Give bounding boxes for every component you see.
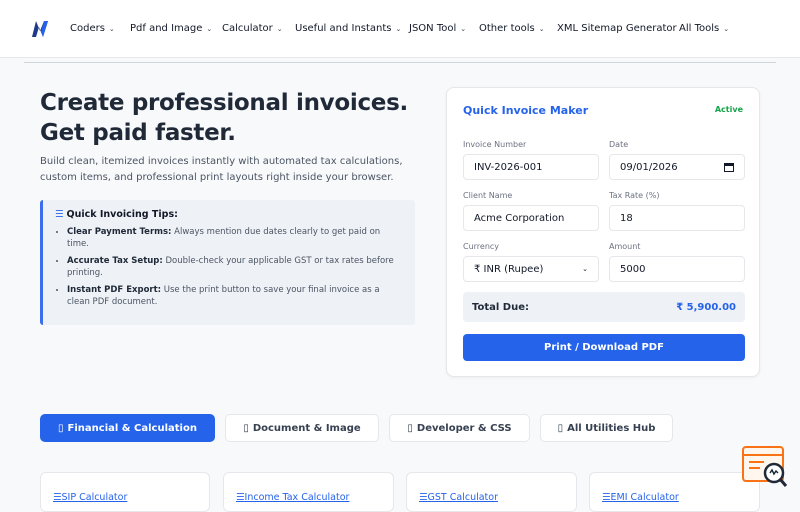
calendar-icon[interactable] — [724, 162, 734, 172]
tool-label: GST Calculator — [427, 492, 498, 503]
tool-icon: ☰ — [602, 492, 611, 503]
tool-label: SIP Calculator — [61, 492, 128, 503]
page-title-line-1: Create professional invoices. — [40, 90, 408, 116]
tips-list: Clear Payment Terms: Always mention due … — [55, 226, 403, 308]
tab-icon: ▯ — [557, 422, 564, 434]
nav-item-label: JSON Tool — [409, 23, 457, 34]
client-name-value: Acme Corporation — [474, 212, 565, 224]
page-title: Create professional invoices. Get paid f… — [40, 88, 420, 148]
nav-item-useful-instants[interactable]: Useful and Instants ⌄ — [295, 23, 401, 34]
nav-item-label: Other tools — [479, 23, 535, 34]
currency-label: Currency — [463, 242, 500, 251]
tab-icon: ▯ — [58, 422, 64, 434]
nav-item-label: Pdf and Image — [130, 23, 203, 34]
page-subtitle: Build clean, itemized invoices instantly… — [40, 156, 403, 183]
print-download-button[interactable]: Print / Download PDF — [463, 334, 745, 361]
tax-rate-input[interactable]: 18 — [609, 205, 745, 231]
tool-icon: ☰ — [236, 492, 245, 503]
list-item: Clear Payment Terms: Always mention due … — [67, 226, 403, 250]
nav-item-label: Calculator — [222, 23, 273, 34]
tool-label: EMI Calculator — [610, 492, 679, 503]
invoice-card-title: Quick Invoice Maker — [463, 104, 589, 117]
nav-item-xml-sitemap[interactable]: XML Sitemap Generator — [557, 23, 677, 34]
nav-item-pdf-image[interactable]: Pdf and Image ⌄ — [130, 23, 212, 34]
tax-rate-value: 18 — [620, 212, 633, 224]
tab-document-image[interactable]: ▯ Document & Image — [225, 414, 379, 442]
nav-item-coders[interactable]: Coders ⌄ — [70, 23, 115, 34]
tab-all-utilities-hub[interactable]: ▯ All Utilities Hub — [540, 414, 673, 442]
chevron-down-icon: ⌄ — [723, 24, 730, 33]
invoice-number-value: INV-2026-001 — [474, 161, 543, 173]
nav-item-other-tools[interactable]: Other tools ⌄ — [479, 23, 545, 34]
tab-financial-calculation[interactable]: ▯ Financial & Calculation — [40, 414, 215, 442]
date-label: Date — [609, 140, 629, 149]
nav-item-label: XML Sitemap Generator — [557, 23, 677, 34]
currency-select[interactable]: ₹ INR (Rupee) ⌄ — [463, 256, 599, 282]
tool-icon: ☰ — [419, 492, 428, 503]
page-title-line-2: Get paid faster. — [40, 120, 236, 146]
list-item: Instant PDF Export: Use the print button… — [67, 284, 403, 308]
chevron-down-icon: ⌄ — [108, 24, 115, 33]
client-name-input[interactable]: Acme Corporation — [463, 205, 599, 231]
chevron-down-icon: ⌄ — [206, 24, 213, 33]
date-input[interactable]: 09/01/2026 — [609, 154, 745, 180]
nav-item-calculator[interactable]: Calculator ⌄ — [222, 23, 283, 34]
tab-label: Document & Image — [252, 422, 361, 434]
chevron-down-icon: ⌄ — [276, 24, 283, 33]
tab-label: All Utilities Hub — [567, 422, 656, 434]
tab-developer-css[interactable]: ▯ Developer & CSS — [389, 414, 530, 442]
tips-heading: ☰ Quick Invoicing Tips: — [55, 209, 403, 220]
date-value: 09/01/2026 — [620, 161, 678, 173]
nav-item-json-tool[interactable]: JSON Tool ⌄ — [409, 23, 466, 34]
site-logo-icon[interactable] — [30, 19, 50, 39]
tip-title: Accurate Tax Setup: — [67, 256, 163, 266]
chevron-down-icon: ⌄ — [395, 24, 402, 33]
tip-title: Clear Payment Terms: — [67, 227, 172, 237]
top-navbar: Coders ⌄ Pdf and Image ⌄ Calculator ⌄ Us… — [0, 0, 800, 58]
tool-link[interactable]: ☰GST Calculator — [419, 492, 498, 503]
invoice-number-label: Invoice Number — [463, 140, 527, 149]
tax-rate-label: Tax Rate (%) — [609, 191, 660, 200]
amount-label: Amount — [609, 242, 641, 251]
tool-icon: ☰ — [53, 492, 62, 503]
tool-card-income-tax[interactable]: ☰Income Tax Calculator — [223, 472, 394, 512]
tool-link[interactable]: ☰Income Tax Calculator — [236, 492, 349, 503]
tip-title: Instant PDF Export: — [67, 285, 162, 295]
status-badge: Active — [714, 105, 743, 114]
tips-heading-text: Quick Invoicing Tips: — [66, 209, 178, 220]
client-name-label: Client Name — [463, 191, 513, 200]
nav-item-label: Useful and Instants — [295, 23, 392, 34]
chevron-down-icon: ⌄ — [538, 24, 545, 33]
invoice-number-input[interactable]: INV-2026-001 — [463, 154, 599, 180]
list-icon: ☰ — [55, 209, 64, 220]
chevron-down-icon: ⌄ — [582, 265, 588, 273]
tool-card-gst[interactable]: ☰GST Calculator — [406, 472, 577, 512]
tab-label: Financial & Calculation — [67, 422, 197, 434]
chevron-down-icon: ⌄ — [460, 24, 467, 33]
tab-label: Developer & CSS — [416, 422, 512, 434]
nav-item-label: All Tools — [679, 23, 720, 34]
list-item: Accurate Tax Setup: Double-check your ap… — [67, 255, 403, 279]
tool-label: Income Tax Calculator — [244, 492, 350, 503]
nav-divider — [24, 62, 776, 63]
tips-box: ☰ Quick Invoicing Tips: Clear Payment Te… — [40, 200, 415, 325]
tab-icon: ▯ — [407, 422, 413, 434]
invoice-card: Quick Invoice Maker Active Invoice Numbe… — [446, 87, 760, 377]
total-due-label: Total Due: — [472, 301, 530, 313]
tab-icon: ▯ — [243, 422, 249, 434]
nav-item-label: Coders — [70, 23, 105, 34]
total-due-value: ₹ 5,900.00 — [676, 301, 736, 313]
amount-value: 5000 — [620, 263, 646, 275]
tool-card-sip[interactable]: ☰SIP Calculator — [40, 472, 210, 512]
nav-item-all-tools[interactable]: All Tools ⌄ — [679, 23, 729, 34]
currency-value: ₹ INR (Rupee) — [474, 263, 544, 275]
tool-card-emi[interactable]: ☰EMI Calculator — [589, 472, 760, 512]
search-widget-icon[interactable] — [742, 446, 788, 490]
tool-link[interactable]: ☰EMI Calculator — [602, 492, 679, 503]
amount-input[interactable]: 5000 — [609, 256, 745, 282]
total-due-bar: Total Due: ₹ 5,900.00 — [463, 292, 745, 322]
tool-link[interactable]: ☰SIP Calculator — [53, 492, 127, 503]
